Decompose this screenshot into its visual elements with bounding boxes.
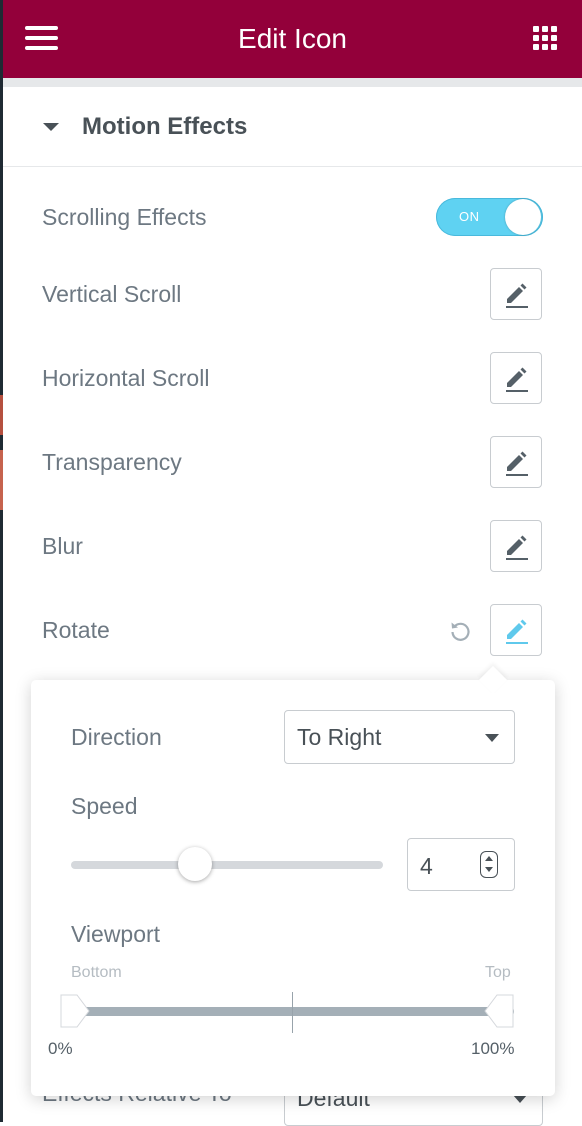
horizontal-scroll-label: Horizontal Scroll: [42, 365, 210, 391]
viewport-range-track[interactable]: [74, 1007, 514, 1016]
direction-value: To Right: [297, 724, 382, 750]
speed-slider-handle[interactable]: [178, 847, 212, 881]
pencil-icon: [506, 451, 528, 476]
speed-number-input[interactable]: 4: [407, 838, 515, 891]
rotate-settings-popover: Direction To Right Speed 4 Viewport Bott…: [31, 665, 555, 1096]
viewport-end-value: 100%: [471, 1039, 515, 1058]
viewport-start-value: 0%: [48, 1039, 73, 1058]
rotate-edit-button[interactable]: [490, 604, 542, 656]
speed-slider-track[interactable]: [71, 861, 383, 869]
direction-label: Direction: [71, 724, 162, 750]
pencil-icon: [506, 283, 528, 308]
viewport-end-handle[interactable]: [484, 994, 514, 1028]
scrolling-effects-toggle[interactable]: ON: [436, 198, 543, 236]
panel-header: Edit Icon: [3, 0, 582, 78]
toggle-state-text: ON: [459, 209, 480, 224]
transparency-label: Transparency: [42, 449, 182, 475]
pencil-icon: [506, 619, 528, 644]
blur-edit-button[interactable]: [490, 520, 542, 572]
caret-down-icon: [43, 123, 59, 131]
popover-arrow: [478, 665, 508, 695]
grid-icon[interactable]: [531, 24, 561, 54]
transparency-edit-button[interactable]: [490, 436, 542, 488]
viewport-start-handle[interactable]: [60, 994, 90, 1028]
panel-title: Edit Icon: [238, 23, 347, 54]
pencil-icon: [506, 367, 528, 392]
toggle-knob: [505, 199, 541, 235]
chevron-down-icon: [513, 1095, 527, 1103]
stepper-icon[interactable]: [480, 851, 498, 878]
vertical-scroll-edit-button[interactable]: [490, 268, 542, 320]
section-title: Motion Effects: [82, 113, 248, 140]
viewport-top-label: Top: [485, 964, 511, 981]
canvas-edge: [0, 0, 3, 1122]
rotate-label: Rotate: [42, 617, 110, 643]
pencil-icon: [506, 535, 528, 560]
motion-effects-section-toggle[interactable]: Motion Effects: [3, 87, 582, 167]
chevron-down-icon: [485, 734, 499, 742]
scrolling-effects-label: Scrolling Effects: [42, 204, 207, 230]
viewport-midpoint-marker: [292, 992, 293, 1033]
speed-label: Speed: [71, 793, 138, 819]
direction-select[interactable]: To Right: [284, 710, 515, 764]
reset-icon[interactable]: [448, 619, 472, 643]
blur-label: Blur: [42, 533, 83, 559]
header-divider: [3, 78, 582, 87]
horizontal-scroll-edit-button[interactable]: [490, 352, 542, 404]
viewport-bottom-label: Bottom: [71, 964, 122, 981]
viewport-label: Viewport: [71, 921, 161, 947]
speed-value: 4: [420, 853, 433, 879]
vertical-scroll-label: Vertical Scroll: [42, 281, 182, 307]
